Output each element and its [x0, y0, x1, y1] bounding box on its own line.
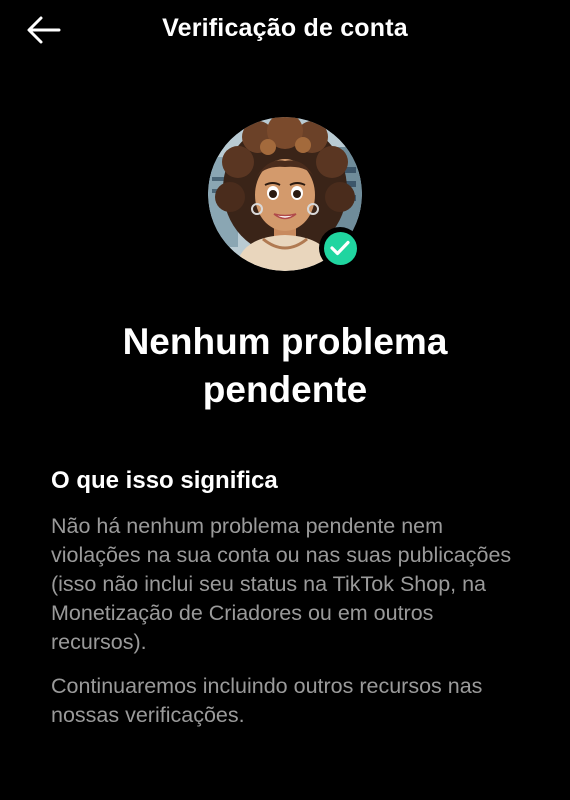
- status-headline: Nenhum problema pendente: [122, 321, 448, 410]
- explanation-paragraph-2: Continuaremos incluindo outros recursos …: [51, 674, 483, 727]
- verified-badge: [319, 227, 361, 269]
- page-title: Verificação de conta: [162, 14, 408, 42]
- explanation-paragraph-1: Não há nenhum problema pendente nem viol…: [51, 514, 512, 654]
- top-bar: Verificação de conta: [0, 0, 570, 64]
- profile-avatar-container: [208, 117, 362, 271]
- check-icon: [330, 240, 350, 256]
- section-title: O que isso significa: [51, 467, 278, 494]
- verified-badge-fill: [323, 231, 357, 265]
